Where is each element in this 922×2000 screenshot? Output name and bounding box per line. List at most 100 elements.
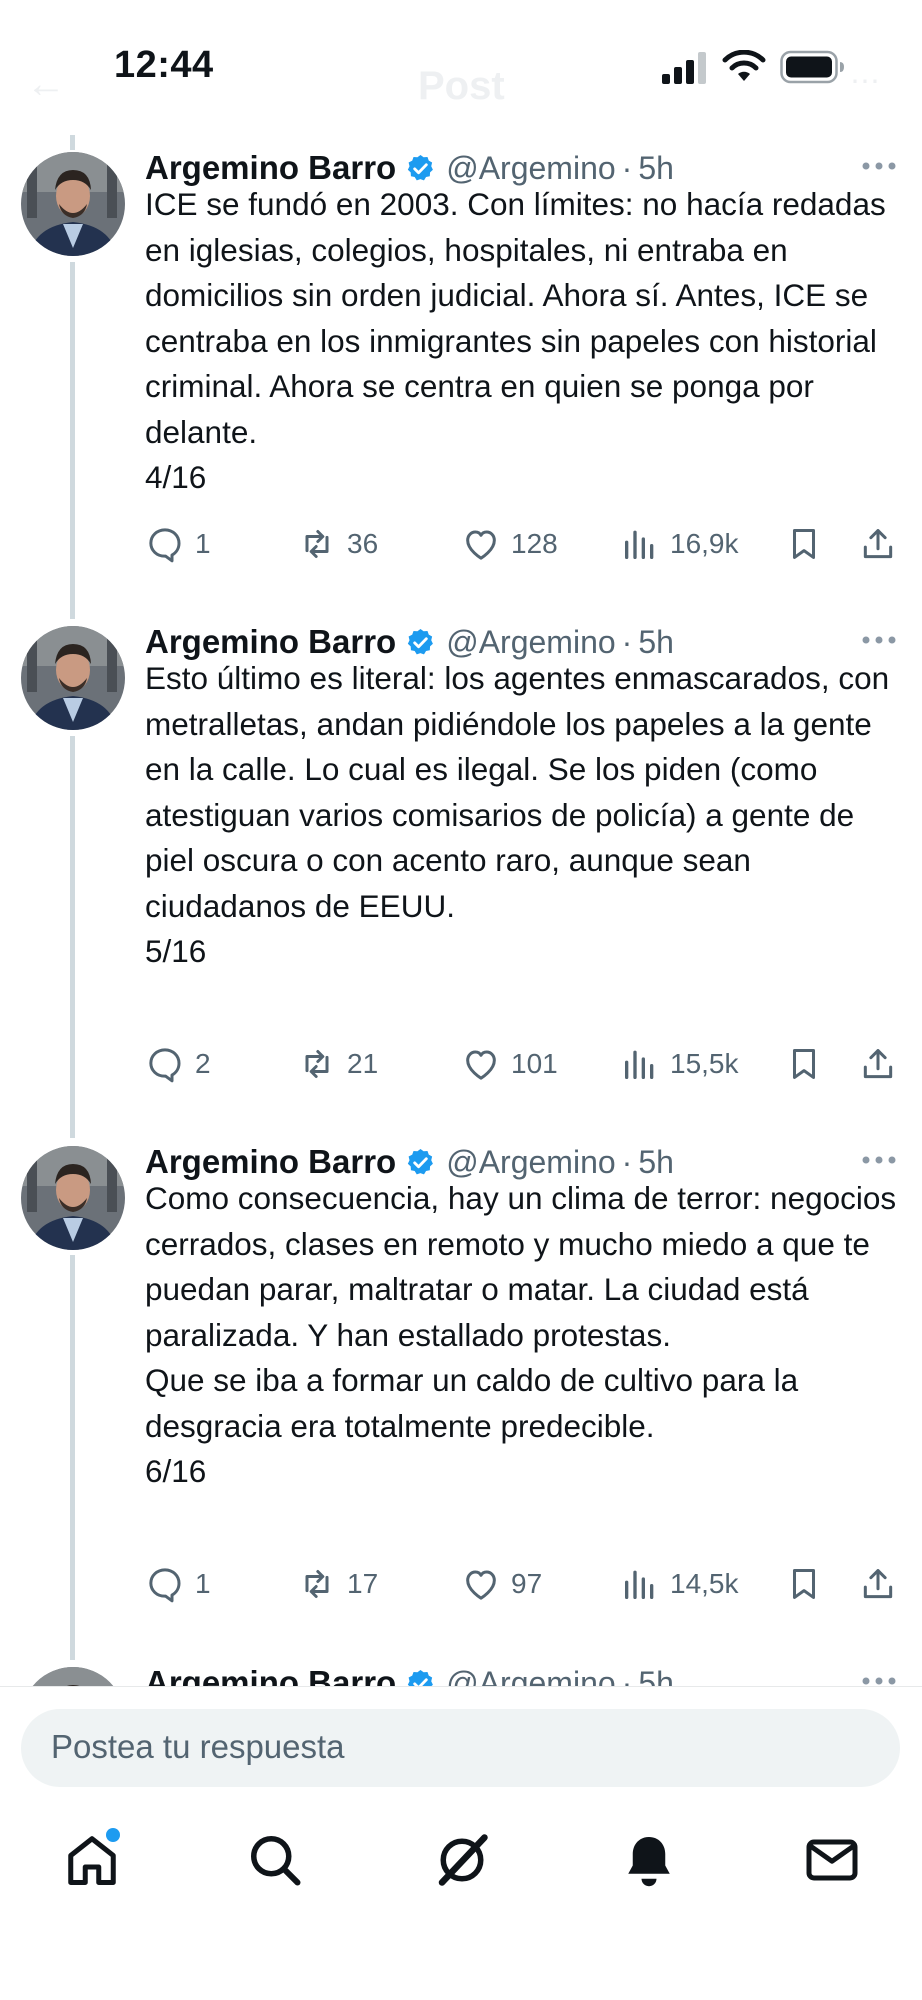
search-icon[interactable]: [245, 1830, 305, 1890]
share-button[interactable]: [859, 1042, 897, 1086]
reply-input[interactable]: Postea tu respuesta: [21, 1709, 900, 1787]
reply-count: 2: [195, 1048, 211, 1079]
views-count: 14,5k: [670, 1568, 739, 1599]
bookmark-button[interactable]: [785, 1562, 823, 1606]
separator-dot: ·: [621, 1143, 633, 1180]
repost-icon: [305, 1050, 329, 1078]
views-chart-icon: [625, 530, 654, 559]
home-notification-dot: [106, 1828, 120, 1842]
tweet[interactable]: Argemino Barro @Argemino · 5h Como conse…: [0, 1143, 922, 1626]
tweet-text: ICE se fundó en 2003. Con límites: no ha…: [145, 182, 905, 501]
reply-icon: [149, 1568, 181, 1603]
tweet-actions: 2 21 101 15,5k: [145, 1042, 905, 1086]
share-button[interactable]: [859, 1562, 897, 1606]
verified-badge-icon: [408, 628, 434, 654]
repost-button[interactable]: 17: [297, 1562, 378, 1606]
avatar[interactable]: [21, 626, 125, 730]
timestamp[interactable]: 5h: [638, 1144, 674, 1181]
verified-badge-icon: [408, 154, 434, 180]
heart-icon: [466, 530, 496, 560]
repost-icon: [305, 1570, 329, 1598]
bookmark-icon: [792, 529, 816, 559]
like-button[interactable]: 128: [461, 522, 558, 566]
reply-count: 1: [195, 1568, 211, 1599]
notifications-icon[interactable]: [619, 1830, 679, 1890]
grok-icon[interactable]: [432, 1830, 492, 1890]
timestamp[interactable]: 5h: [638, 624, 674, 661]
more-options-icon[interactable]: [861, 634, 897, 646]
more-options-icon[interactable]: [861, 1154, 897, 1166]
tweet-text: Como consecuencia, hay un clima de terro…: [145, 1176, 905, 1495]
views-chart-icon: [625, 1050, 654, 1079]
reply-button[interactable]: 1: [145, 522, 211, 566]
tweet-actions: 1 17 97 14,5k: [145, 1562, 905, 1606]
share-icon: [863, 529, 893, 559]
repost-count: 21: [347, 1048, 379, 1079]
tweet-text: Esto último es literal: los agentes enma…: [145, 656, 905, 975]
author-handle[interactable]: @Argemino: [446, 1144, 615, 1181]
reply-count: 1: [195, 528, 211, 559]
bookmark-icon: [792, 1049, 816, 1079]
heart-icon: [466, 1570, 496, 1600]
repost-button[interactable]: 21: [297, 1042, 378, 1086]
like-button[interactable]: 97: [461, 1562, 542, 1606]
reply-button[interactable]: 2: [145, 1042, 211, 1086]
battery-icon: [780, 50, 844, 84]
avatar[interactable]: [21, 1146, 125, 1250]
share-icon: [863, 1569, 893, 1599]
separator-dot: ·: [621, 149, 633, 186]
author-handle[interactable]: @Argemino: [446, 150, 615, 187]
thread-counter: 4/16: [145, 459, 207, 495]
tweet-paragraph: Que se iba a formar un caldo de cultivo …: [145, 1362, 799, 1444]
repost-icon: [305, 530, 329, 558]
messages-icon[interactable]: [802, 1830, 862, 1890]
tweet-paragraph: Esto último es literal: los agentes enma…: [145, 660, 890, 924]
thread-counter: 5/16: [145, 933, 207, 969]
timestamp[interactable]: 5h: [638, 150, 674, 187]
thread-counter: 6/16: [145, 1453, 207, 1489]
author-handle[interactable]: @Argemino: [446, 624, 615, 661]
like-count: 97: [511, 1568, 543, 1599]
reply-button[interactable]: 1: [145, 1562, 211, 1606]
avatar[interactable]: [21, 152, 125, 256]
header-more-icon[interactable]: ⋯: [850, 64, 880, 99]
tweet-paragraph: ICE se fundó en 2003. Con límites: no ha…: [145, 186, 886, 450]
more-options-icon[interactable]: [861, 160, 897, 172]
tweet[interactable]: Argemino Barro @Argemino · 5h ICE se fun…: [0, 149, 922, 582]
share-button[interactable]: [859, 522, 897, 566]
thread-line: [70, 135, 75, 150]
reply-icon: [149, 528, 181, 563]
bookmark-button[interactable]: [785, 522, 823, 566]
reply-icon: [149, 1048, 181, 1083]
verified-badge-icon: [408, 1148, 434, 1174]
views-button[interactable]: 14,5k: [620, 1562, 739, 1606]
header-title: Post: [418, 64, 505, 108]
like-count: 101: [511, 1048, 558, 1079]
heart-icon: [466, 1050, 496, 1080]
bookmark-icon: [792, 1569, 816, 1599]
reply-placeholder: Postea tu respuesta: [51, 1728, 345, 1765]
views-button[interactable]: 15,5k: [620, 1042, 739, 1086]
views-count: 15,5k: [670, 1048, 739, 1079]
views-button[interactable]: 16,9k: [620, 522, 739, 566]
repost-button[interactable]: 36: [297, 522, 378, 566]
status-time: 12:44: [114, 44, 214, 86]
cellular-signal-icon: [662, 52, 706, 84]
tweet-actions: 1 36 128 16,9k: [145, 522, 905, 566]
status-bar: ← Post ⋯ 12:44: [0, 0, 922, 120]
tweet[interactable]: Argemino Barro @Argemino · 5h Esto últim…: [0, 623, 922, 1106]
separator-dot: ·: [621, 623, 633, 660]
back-arrow-icon[interactable]: ←: [26, 62, 66, 107]
views-chart-icon: [625, 1570, 654, 1599]
views-count: 16,9k: [670, 528, 739, 559]
share-icon: [863, 1049, 893, 1079]
repost-count: 17: [347, 1568, 379, 1599]
repost-count: 36: [347, 528, 379, 559]
like-count: 128: [511, 528, 558, 559]
bottom-nav: [0, 1790, 922, 2000]
wifi-icon: [722, 50, 766, 81]
like-button[interactable]: 101: [461, 1042, 558, 1086]
bookmark-button[interactable]: [785, 1042, 823, 1086]
reply-bar: Postea tu respuesta: [0, 1686, 922, 1791]
tweet-paragraph: Como consecuencia, hay un clima de terro…: [145, 1180, 897, 1353]
